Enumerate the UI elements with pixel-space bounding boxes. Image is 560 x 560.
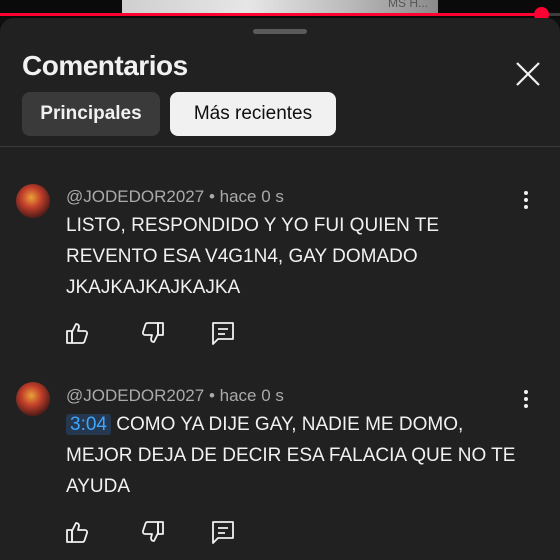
more-options-button[interactable]	[514, 188, 538, 212]
progress-fill	[0, 13, 541, 16]
meta-separator: •	[208, 187, 220, 206]
drag-handle[interactable]	[253, 29, 307, 34]
video-timestamp-link[interactable]: 3:04	[66, 414, 111, 435]
comment-time: hace 0 s	[219, 187, 284, 206]
reply-icon	[212, 322, 234, 345]
like-button[interactable]	[64, 320, 90, 346]
thumbs-down-icon	[141, 521, 164, 542]
comment-meta: @JODEDOR2027 • hace 0 s	[66, 386, 284, 406]
more-vert-icon	[524, 191, 528, 209]
divider	[0, 146, 560, 147]
more-vert-icon	[524, 390, 528, 408]
thumbs-up-icon	[66, 522, 89, 543]
filter-chip-mas-recientes[interactable]: Más recientes	[170, 92, 336, 136]
close-button[interactable]	[508, 54, 548, 94]
comment-author[interactable]: @JODEDOR2027	[66, 187, 204, 206]
like-button[interactable]	[64, 519, 90, 545]
meta-separator: •	[208, 386, 220, 405]
comment-text-body: COMO YA DIJE GAY, NADIE ME DOMO, MEJOR D…	[66, 414, 516, 497]
more-options-button[interactable]	[514, 387, 538, 411]
panel-title: Comentarios	[22, 50, 188, 81]
comment-meta: @JODEDOR2027 • hace 0 s	[66, 187, 284, 207]
reply-button[interactable]	[210, 519, 236, 545]
close-icon	[516, 62, 540, 86]
dislike-button[interactable]	[140, 519, 166, 545]
thumbs-down-icon	[141, 322, 164, 343]
comment-author[interactable]: @JODEDOR2027	[66, 386, 204, 405]
comment-time: hace 0 s	[219, 386, 284, 405]
avatar[interactable]	[16, 382, 50, 416]
avatar[interactable]	[16, 184, 50, 218]
reply-button[interactable]	[210, 320, 236, 346]
video-frame-text: MS H...	[387, 0, 428, 10]
video-frame: MS H...	[122, 0, 438, 14]
filter-chip-principales[interactable]: Principales	[22, 92, 160, 136]
dislike-button[interactable]	[140, 320, 166, 346]
comment-text: 3:04 COMO YA DIJE GAY, NADIE ME DOMO, ME…	[66, 409, 526, 502]
reply-icon	[212, 521, 234, 544]
comment-text: LISTO, RESPONDIDO Y YO FUI QUIEN TE REVE…	[66, 215, 440, 298]
thumbs-up-icon	[66, 323, 89, 344]
